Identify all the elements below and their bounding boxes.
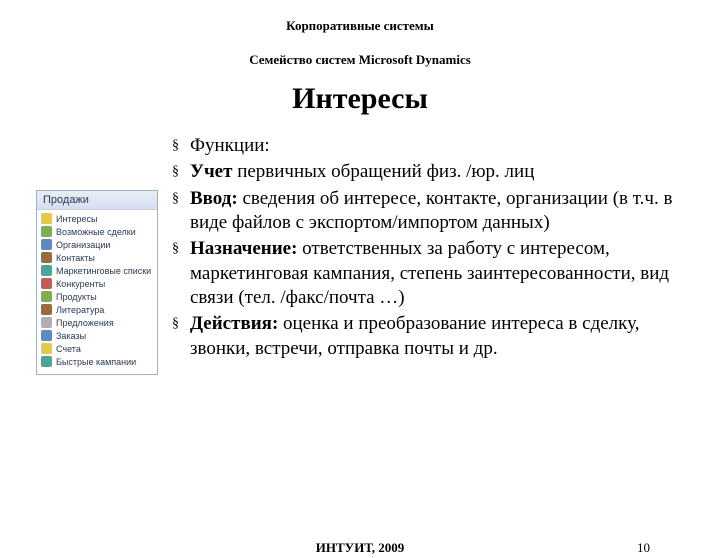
sidebar-item-label: Быстрые кампании [56, 357, 136, 367]
sidebar-item-organizations[interactable]: Организации [37, 238, 157, 251]
sidebar-item-label: Интересы [56, 214, 97, 224]
sidebar-item-offers[interactable]: Предложения [37, 316, 157, 329]
sidebar-item-label: Контакты [56, 253, 95, 263]
sidebar-item-invoices[interactable]: Счета [37, 342, 157, 355]
bullet-item: § Ввод: сведения об интересе, контакте, … [172, 187, 702, 236]
organizations-icon [41, 239, 52, 250]
page-number: 10 [637, 540, 650, 556]
sidebar-item-label: Продукты [56, 292, 97, 302]
bullet-text: Ввод: сведения об интересе, контакте, ор… [190, 187, 702, 236]
bullet-label: Назначение: [190, 238, 297, 259]
header-small: Корпоративные системы [0, 18, 720, 34]
sidebar-item-label: Предложения [56, 318, 114, 328]
bullet-marker-icon: § [172, 237, 190, 310]
bullet-text: Учет первичных обращений физ. /юр. лиц [190, 160, 702, 184]
sidebar-item-orders[interactable]: Заказы [37, 329, 157, 342]
sidebar-item-opportunities[interactable]: Возможные сделки [37, 225, 157, 238]
quick-campaigns-icon [41, 356, 52, 367]
products-icon [41, 291, 52, 302]
literature-icon [41, 304, 52, 315]
bullet-label: Действия: [190, 313, 278, 334]
sidebar-item-label: Заказы [56, 331, 86, 341]
sidebar-item-literature[interactable]: Литература [37, 303, 157, 316]
competitors-icon [41, 278, 52, 289]
sidebar-item-label: Счета [56, 344, 81, 354]
sidebar-item-contacts[interactable]: Контакты [37, 251, 157, 264]
bullet-marker-icon: § [172, 312, 190, 361]
sidebar-item-label: Организации [56, 240, 110, 250]
bullet-item: § Учет первичных обращений физ. /юр. лиц [172, 160, 702, 184]
opportunities-icon [41, 226, 52, 237]
sidebar-item-competitors[interactable]: Конкуренты [37, 277, 157, 290]
bullet-text: Функции: [190, 134, 702, 158]
contacts-icon [41, 252, 52, 263]
bullet-text: Назначение: ответственных за работу с ин… [190, 237, 702, 310]
bullet-marker-icon: § [172, 187, 190, 236]
bullet-text: Действия: оценка и преобразование интере… [190, 312, 702, 361]
page-title: Интересы [0, 82, 720, 116]
bullet-marker-icon: § [172, 134, 190, 158]
sales-sidebar: Продажи Интересы Возможные сделки Органи… [36, 190, 158, 375]
sidebar-item-quick-campaigns[interactable]: Быстрые кампании [37, 355, 157, 368]
bullet-rest: сведения об интересе, контакте, организа… [190, 188, 672, 233]
bullet-list: § Функции: § Учет первичных обращений фи… [158, 134, 702, 375]
marketing-lists-icon [41, 265, 52, 276]
bullet-rest: первичных обращений физ. /юр. лиц [232, 161, 534, 182]
sidebar-item-marketing-lists[interactable]: Маркетинговые списки [37, 264, 157, 277]
interests-icon [41, 213, 52, 224]
orders-icon [41, 330, 52, 341]
invoices-icon [41, 343, 52, 354]
bullet-label: Ввод: [190, 188, 238, 209]
offers-icon [41, 317, 52, 328]
sidebar-item-label: Возможные сделки [56, 227, 136, 237]
body-row: Продажи Интересы Возможные сделки Органи… [0, 134, 720, 375]
footer-center: ИНТУИТ, 2009 [316, 540, 404, 556]
sidebar-item-label: Маркетинговые списки [56, 266, 151, 276]
sidebar-item-label: Литература [56, 305, 104, 315]
bullet-marker-icon: § [172, 160, 190, 184]
sidebar-body: Интересы Возможные сделки Организации Ко… [37, 210, 157, 374]
bullet-item: § Функции: [172, 134, 702, 158]
bullet-item: § Действия: оценка и преобразование инте… [172, 312, 702, 361]
bullet-item: § Назначение: ответственных за работу с … [172, 237, 702, 310]
subheader: Семейство систем Microsoft Dynamics [0, 52, 720, 68]
bullet-label: Учет [190, 161, 232, 182]
sidebar-item-interests[interactable]: Интересы [37, 212, 157, 225]
sidebar-item-label: Конкуренты [56, 279, 105, 289]
sidebar-header: Продажи [37, 191, 157, 210]
sidebar-item-products[interactable]: Продукты [37, 290, 157, 303]
